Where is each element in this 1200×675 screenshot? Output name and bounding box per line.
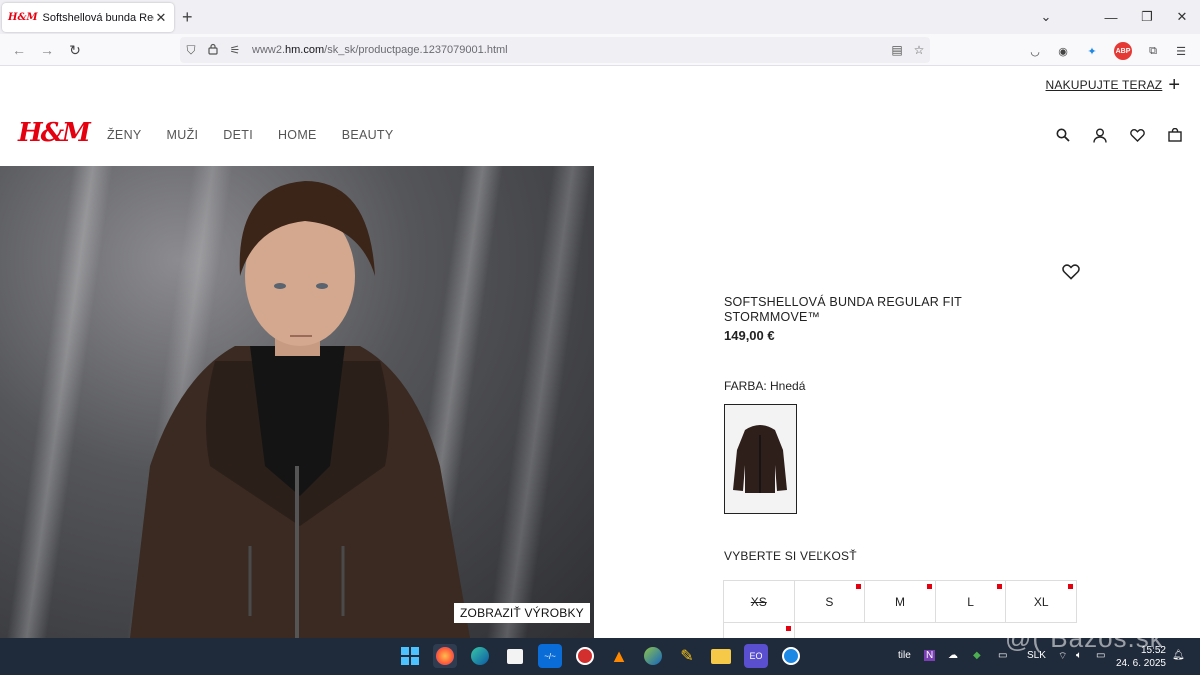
size-option-l[interactable]: L xyxy=(934,580,1007,623)
size-option-m[interactable]: M xyxy=(864,580,936,623)
app-menu-icon[interactable]: ☰ xyxy=(1172,42,1190,60)
back-icon[interactable]: ← xyxy=(8,40,30,60)
bookmark-star-icon[interactable]: ☆ xyxy=(908,43,930,57)
url-text[interactable]: www2.hm.com/sk_sk/productpage.1237079001… xyxy=(252,44,886,56)
reader-view-icon[interactable]: ▤ xyxy=(886,43,908,57)
list-tabs-icon[interactable]: ⌄ xyxy=(1028,0,1064,34)
size-option-xs[interactable]: XS xyxy=(723,580,795,623)
low-stock-indicator xyxy=(926,584,932,589)
adblock-icon[interactable]: ABP xyxy=(1114,42,1132,60)
jacket-thumbnail xyxy=(733,425,787,493)
windows-start-icon[interactable] xyxy=(398,644,422,668)
extension-blue-icon[interactable]: ✦ xyxy=(1083,42,1101,60)
color-label: FARBA: Hnedá xyxy=(724,379,806,393)
app-red-icon[interactable] xyxy=(573,644,597,668)
menu-item-home[interactable]: HOME xyxy=(278,128,317,142)
reload-icon[interactable]: ↻ xyxy=(64,40,86,60)
file-explorer-icon[interactable] xyxy=(709,644,733,668)
favorites-heart-icon[interactable] xyxy=(1127,126,1147,144)
firefox-icon[interactable] xyxy=(433,644,457,668)
minimize-icon[interactable]: — xyxy=(1093,0,1129,34)
low-stock-indicator xyxy=(997,584,1003,589)
tab-title: Softshellová bunda Regular Fit xyxy=(42,11,154,24)
notification-bell-icon[interactable]: 🔔︎ xyxy=(1172,650,1185,661)
lock-icon[interactable] xyxy=(202,43,224,58)
bazos-watermark: @( Bazos.sk xyxy=(1005,623,1164,653)
main-menu: ŽENY MUŽI DETI HOME BEAUTY xyxy=(107,128,394,142)
vlc-icon[interactable]: ▲ xyxy=(607,644,631,668)
pocket-icon[interactable]: ◡ xyxy=(1026,42,1044,60)
app-pen-icon[interactable]: ✎ xyxy=(675,644,699,668)
color-swatch-brown[interactable] xyxy=(724,404,797,514)
forward-icon[interactable]: → xyxy=(36,40,58,60)
product-hero-image[interactable] xyxy=(0,166,594,638)
onenote-icon[interactable]: N xyxy=(924,650,936,661)
product-title: SOFTSHELLOVÁ BUNDA REGULAR FIT STORMMOVE… xyxy=(724,295,962,324)
browser-tab-bar: H&M Softshellová bunda Regular Fit ✕ + ⌄… xyxy=(0,0,1200,34)
hm-favicon-icon: H&M xyxy=(8,12,38,23)
app-purple-icon[interactable]: EO xyxy=(744,644,768,668)
account-icon[interactable]: ◉ xyxy=(1054,42,1072,60)
menu-item-kids[interactable]: DETI xyxy=(223,128,253,142)
add-to-favorites-heart-icon[interactable] xyxy=(1062,264,1082,282)
menu-item-beauty[interactable]: BEAUTY xyxy=(342,128,394,142)
size-option-s[interactable]: S xyxy=(793,580,866,623)
store-icon[interactable] xyxy=(503,644,527,668)
app-sync-icon[interactable] xyxy=(779,644,803,668)
browser-nav-bar: ← → ↻ ⛉ ⚟ www2.hm.com/sk_sk/productpage.… xyxy=(0,34,1200,66)
show-products-button[interactable]: ZOBRAZIŤ VÝROBKY xyxy=(454,603,590,623)
search-icon[interactable] xyxy=(1053,126,1073,144)
menu-item-men[interactable]: MUŽI xyxy=(167,128,199,142)
app-green-icon[interactable] xyxy=(641,644,665,668)
new-tab-icon[interactable]: + xyxy=(182,8,193,26)
tray-app-icon[interactable]: ◆ xyxy=(973,650,981,661)
restore-icon[interactable]: ❐ xyxy=(1129,0,1165,34)
account-icon[interactable] xyxy=(1090,126,1110,144)
low-stock-indicator xyxy=(1067,584,1073,589)
clock-date: 24. 6. 2025 xyxy=(1115,658,1166,669)
menu-item-women[interactable]: ŽENY xyxy=(107,128,142,142)
size-option-xl[interactable]: XL xyxy=(1005,580,1077,623)
window-close-icon[interactable]: ✕ xyxy=(1164,0,1200,34)
shop-now-link[interactable]: NAKUPUJTE TERAZ + xyxy=(1046,74,1180,96)
shield-icon[interactable]: ⛉ xyxy=(180,43,202,58)
model-illustration xyxy=(130,181,470,638)
address-bar[interactable]: ⛉ ⚟ www2.hm.com/sk_sk/productpage.123707… xyxy=(180,37,930,63)
tray-label[interactable]: tile xyxy=(898,650,911,661)
onedrive-cloud-icon[interactable]: ☁ xyxy=(948,650,958,661)
edge-icon[interactable] xyxy=(468,644,492,668)
product-price: 149,00 € xyxy=(724,328,775,343)
plus-icon: + xyxy=(1168,74,1180,96)
shopping-bag-icon[interactable] xyxy=(1165,126,1185,144)
extensions-icon[interactable]: ⧉ xyxy=(1144,42,1162,60)
browser-tab[interactable]: H&M Softshellová bunda Regular Fit ✕ xyxy=(2,3,174,32)
close-tab-icon[interactable]: ✕ xyxy=(154,10,168,26)
permissions-icon[interactable]: ⚟ xyxy=(224,43,246,57)
low-stock-indicator xyxy=(785,626,791,631)
size-label: VYBERTE SI VEĽKOSŤ xyxy=(724,549,857,563)
hm-logo[interactable]: H&M xyxy=(18,118,91,148)
app-blue-icon[interactable]: ~/~ xyxy=(538,644,562,668)
low-stock-indicator xyxy=(856,584,862,589)
